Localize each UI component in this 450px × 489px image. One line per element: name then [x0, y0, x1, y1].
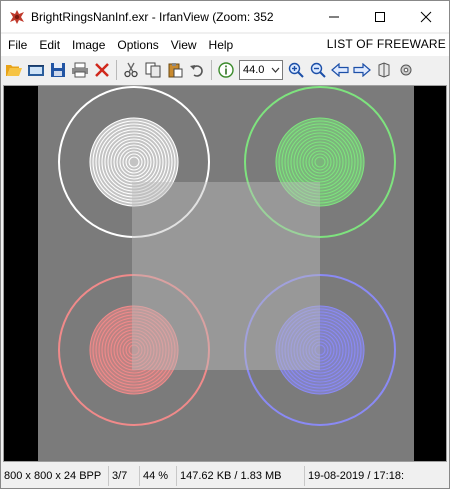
toolbar: 44.0: [1, 57, 449, 83]
status-zoom: 44 %: [140, 466, 177, 486]
status-dimensions: 800 x 800 x 24 BPP: [1, 466, 109, 486]
close-button[interactable]: [403, 1, 449, 32]
menu-help[interactable]: Help: [203, 35, 240, 55]
paste-button[interactable]: [164, 59, 186, 81]
zoom-out-icon: [310, 62, 326, 78]
save-icon: [51, 63, 65, 77]
slideshow-icon: [28, 65, 44, 76]
copy-icon: [145, 62, 161, 78]
previous-button[interactable]: [329, 59, 351, 81]
open-button[interactable]: [3, 59, 25, 81]
window-title: BrightRingsNanInf.exr - IrfanView (Zoom:…: [31, 9, 274, 24]
toolbar-separator: [211, 60, 212, 80]
irfanview-app-icon[interactable]: [9, 9, 25, 25]
gear-icon: [400, 64, 412, 76]
minimize-icon: [329, 16, 339, 17]
previous-icon: [331, 63, 349, 77]
zoom-in-icon: [288, 62, 304, 78]
cut-button[interactable]: [120, 59, 142, 81]
options-button[interactable]: [395, 59, 417, 81]
maximize-button[interactable]: [357, 1, 403, 32]
undo-button[interactable]: [186, 59, 208, 81]
center-square: [132, 182, 320, 370]
undo-icon: [190, 65, 203, 77]
irfanview-window: BrightRingsNanInf.exr - IrfanView (Zoom:…: [0, 0, 450, 489]
paste-icon: [168, 63, 183, 78]
menu-view[interactable]: View: [165, 35, 203, 55]
menu-image[interactable]: Image: [66, 35, 111, 55]
zoom-level-value: 44.0: [243, 64, 265, 76]
delete-icon: [95, 63, 109, 77]
chevron-down-icon[interactable]: [270, 64, 280, 76]
menu-options[interactable]: Options: [111, 35, 164, 55]
settings-icon: [378, 62, 390, 78]
settings-button[interactable]: [373, 59, 395, 81]
next-icon: [353, 63, 371, 77]
open-folder-icon: [6, 65, 22, 76]
status-index: 3/7: [109, 466, 140, 486]
maximize-icon: [375, 11, 385, 22]
image-viewport[interactable]: [3, 85, 447, 462]
info-button[interactable]: [215, 59, 237, 81]
title-bar[interactable]: BrightRingsNanInf.exr - IrfanView (Zoom:…: [1, 1, 449, 32]
menu-bar: File Edit Image Options View Help LIST O…: [1, 34, 449, 56]
save-button[interactable]: [47, 59, 69, 81]
zoom-in-button[interactable]: [285, 59, 307, 81]
bright-rings-image: [38, 86, 414, 461]
zoom-out-button[interactable]: [307, 59, 329, 81]
status-file-size: 147.62 KB / 1.83 MB: [177, 466, 305, 486]
cut-icon: [124, 62, 138, 78]
info-icon: [218, 62, 234, 78]
copy-button[interactable]: [142, 59, 164, 81]
close-icon: [420, 11, 432, 22]
toolbar-separator: [116, 60, 117, 80]
minimize-button[interactable]: [311, 1, 357, 32]
delete-button[interactable]: [91, 59, 113, 81]
next-button[interactable]: [351, 59, 373, 81]
menu-file[interactable]: File: [1, 35, 33, 55]
menu-edit[interactable]: Edit: [33, 35, 66, 55]
zoom-level-select[interactable]: 44.0: [239, 60, 283, 80]
print-icon: [72, 62, 88, 78]
status-bar: 800 x 800 x 24 BPP 3/7 44 % 147.62 KB / …: [1, 464, 449, 488]
status-datetime: 19-08-2019 / 17:18:: [308, 470, 405, 482]
freeware-banner[interactable]: LIST OF FREEWARE: [327, 37, 446, 51]
slideshow-button[interactable]: [25, 59, 47, 81]
image-canvas[interactable]: [38, 86, 414, 461]
print-button[interactable]: [69, 59, 91, 81]
